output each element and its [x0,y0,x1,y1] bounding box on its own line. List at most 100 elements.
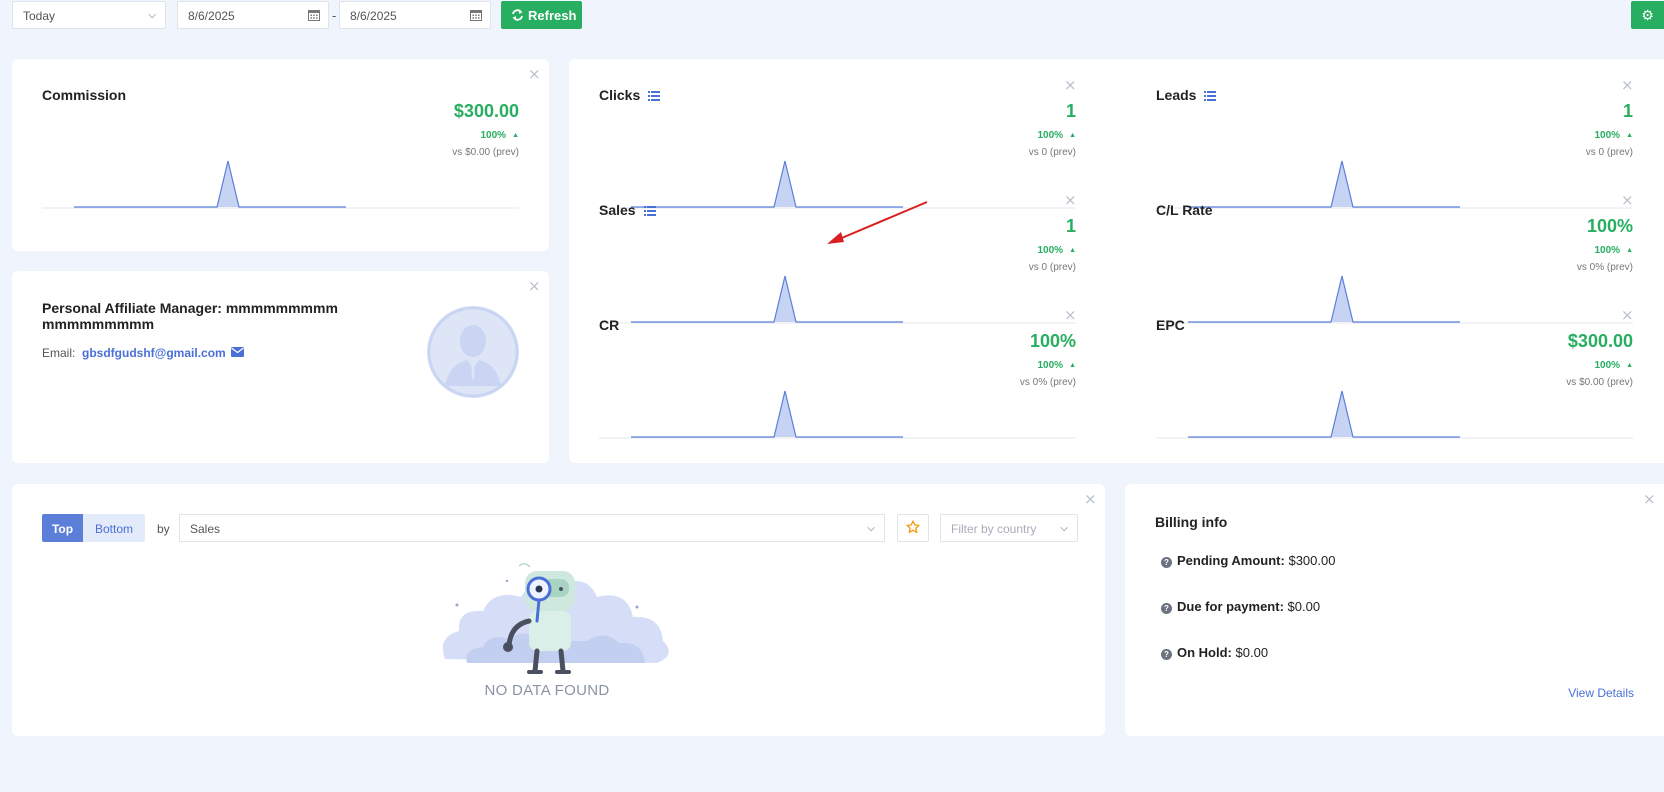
arrow-up-icon: ▲ [1626,132,1633,139]
close-icon[interactable]: × [1064,193,1077,208]
sparkline-line [1188,275,1460,323]
leads-metric: × Leads 1 100% ▲ vs 0 (prev) [1156,78,1634,209]
sparkline-area [1188,161,1460,207]
close-icon[interactable]: × [1621,308,1634,323]
commission-card: × Commission $300.00 100% ▲ vs $0.00 (pre… [12,59,549,251]
close-icon[interactable]: × [528,279,541,294]
top-button[interactable]: Top [42,514,83,542]
clicks-value: 1 [1065,101,1076,121]
commission-pct: 100% [480,130,507,141]
close-icon[interactable]: × [1064,78,1077,93]
sort-by-select[interactable]: Sales ⌵ [179,514,885,542]
country-filter-placeholder: Filter by country [951,522,1037,536]
billing-card: × Billing info ? Pending Amount: $300.00 … [1125,484,1664,736]
refresh-label: Refresh [528,8,577,23]
commission-sparkline [42,160,519,209]
date-from-value: 8/6/2025 [188,9,235,23]
affiliate-manager-card: × Personal Affiliate Manager: mmmmmmmmm … [12,271,549,463]
sparkline-area [1188,276,1460,322]
refresh-icon [512,9,523,21]
view-details-link[interactable]: View Details [1568,686,1634,700]
sparkline-area [74,161,346,207]
gear-icon: ⚙ [1641,8,1654,24]
bottom-button[interactable]: Bottom [83,514,145,542]
close-icon[interactable]: × [1621,78,1634,93]
sales-pct: 100% [1037,245,1064,256]
metrics-grid-card: × Clicks 1 100% ▲ vs 0 (prev) × Leads 1 1… [569,59,1664,463]
date-from-input[interactable]: 8/6/2025 [177,1,329,29]
pending-label: Pending Amount: [1177,553,1285,568]
commission-prev: vs $0.00 (prev) [452,147,519,158]
leads-prev: vs 0 (prev) [1585,147,1633,158]
help-icon[interactable]: ? [1161,603,1172,614]
favorite-button[interactable] [897,514,929,542]
sparkline-line [631,390,903,438]
cl-rate-metric: × C/L Rate 100% 100% ▲ vs 0% (prev) [1156,193,1634,324]
pending-value: $300.00 [1288,553,1336,568]
sparkline-area [631,276,903,322]
star-icon [906,520,920,534]
sales-value: 1 [1065,216,1076,236]
date-to-input[interactable]: 8/6/2025 [339,1,491,29]
list-icon[interactable] [643,206,656,216]
close-icon[interactable]: × [1643,492,1656,507]
arrow-up-icon: ▲ [1069,362,1076,369]
close-icon[interactable]: × [528,67,541,82]
cl-rate-pct: 100% [1594,245,1621,256]
sales-prev: vs 0 (prev) [1028,262,1076,273]
list-icon[interactable] [648,91,661,101]
on-hold-row: ? On Hold: $0.00 [1161,645,1268,660]
clicks-pct: 100% [1037,130,1064,141]
cr-metric: × CR 100% 100% ▲ vs 0% (prev) [599,308,1077,439]
calendar-icon[interactable] [470,9,482,21]
close-icon[interactable]: × [1084,492,1097,507]
date-to-value: 8/6/2025 [350,9,397,23]
chevron-down-icon: ⌵ [867,523,875,534]
due-label: Due for payment: [1177,599,1284,614]
sparkline-line [1188,160,1460,208]
manager-email-link[interactable]: gbsdfgudshf@gmail.com [82,346,226,360]
help-icon[interactable]: ? [1161,557,1172,568]
sparkline-line [74,160,346,208]
billing-title: Billing info [1155,514,1228,530]
settings-button[interactable]: ⚙ [1631,1,1664,29]
calendar-icon[interactable] [308,9,320,21]
cl-rate-prev: vs 0% (prev) [1576,262,1633,273]
top-bottom-card: × Top Bottom by Sales ⌵ Filter by countr… [12,484,1105,736]
epc-value: $300.00 [1567,331,1633,351]
chevron-down-icon: ⌵ [148,10,156,21]
cr-value: 100% [1029,331,1076,351]
arrow-up-icon: ▲ [1626,362,1633,369]
commission-title: Commission [42,87,127,103]
list-icon[interactable] [1204,91,1217,101]
hold-label: On Hold: [1177,645,1232,660]
leads-title: Leads [1156,87,1197,103]
sales-title: Sales [599,202,636,218]
arrow-up-icon: ▲ [1069,247,1076,254]
help-icon[interactable]: ? [1161,649,1172,660]
refresh-button[interactable]: Refresh [501,1,582,29]
epc-title: EPC [1156,317,1185,333]
email-label: Email: [42,346,76,360]
cr-prev: vs 0% (prev) [1019,377,1076,388]
hold-value: $0.00 [1235,645,1269,660]
no-data-message: NO DATA FOUND [484,682,610,699]
mail-icon[interactable] [231,347,244,357]
due-payment-row: ? Due for payment: $0.00 [1161,599,1320,614]
commission-value: $300.00 [453,101,519,121]
epc-sparkline [1156,390,1633,439]
period-select[interactable]: Today ⌵ [12,1,166,29]
close-icon[interactable]: × [1064,308,1077,323]
commission-metric: Commission $300.00 100% ▲ vs $0.00 (prev) [42,87,519,237]
leads-pct: 100% [1594,130,1621,141]
close-icon[interactable]: × [1621,193,1634,208]
leads-value: 1 [1622,101,1633,121]
period-select-value: Today [23,9,56,23]
country-filter-select[interactable]: Filter by country ⌵ [940,514,1078,542]
sparkline-area [631,391,903,437]
by-label: by [157,522,170,536]
due-value: $0.00 [1287,599,1321,614]
sparkline-area [1188,391,1460,437]
manager-title: Personal Affiliate Manager: mmmmmmmmm mm… [42,300,338,332]
cr-pct: 100% [1037,360,1064,371]
